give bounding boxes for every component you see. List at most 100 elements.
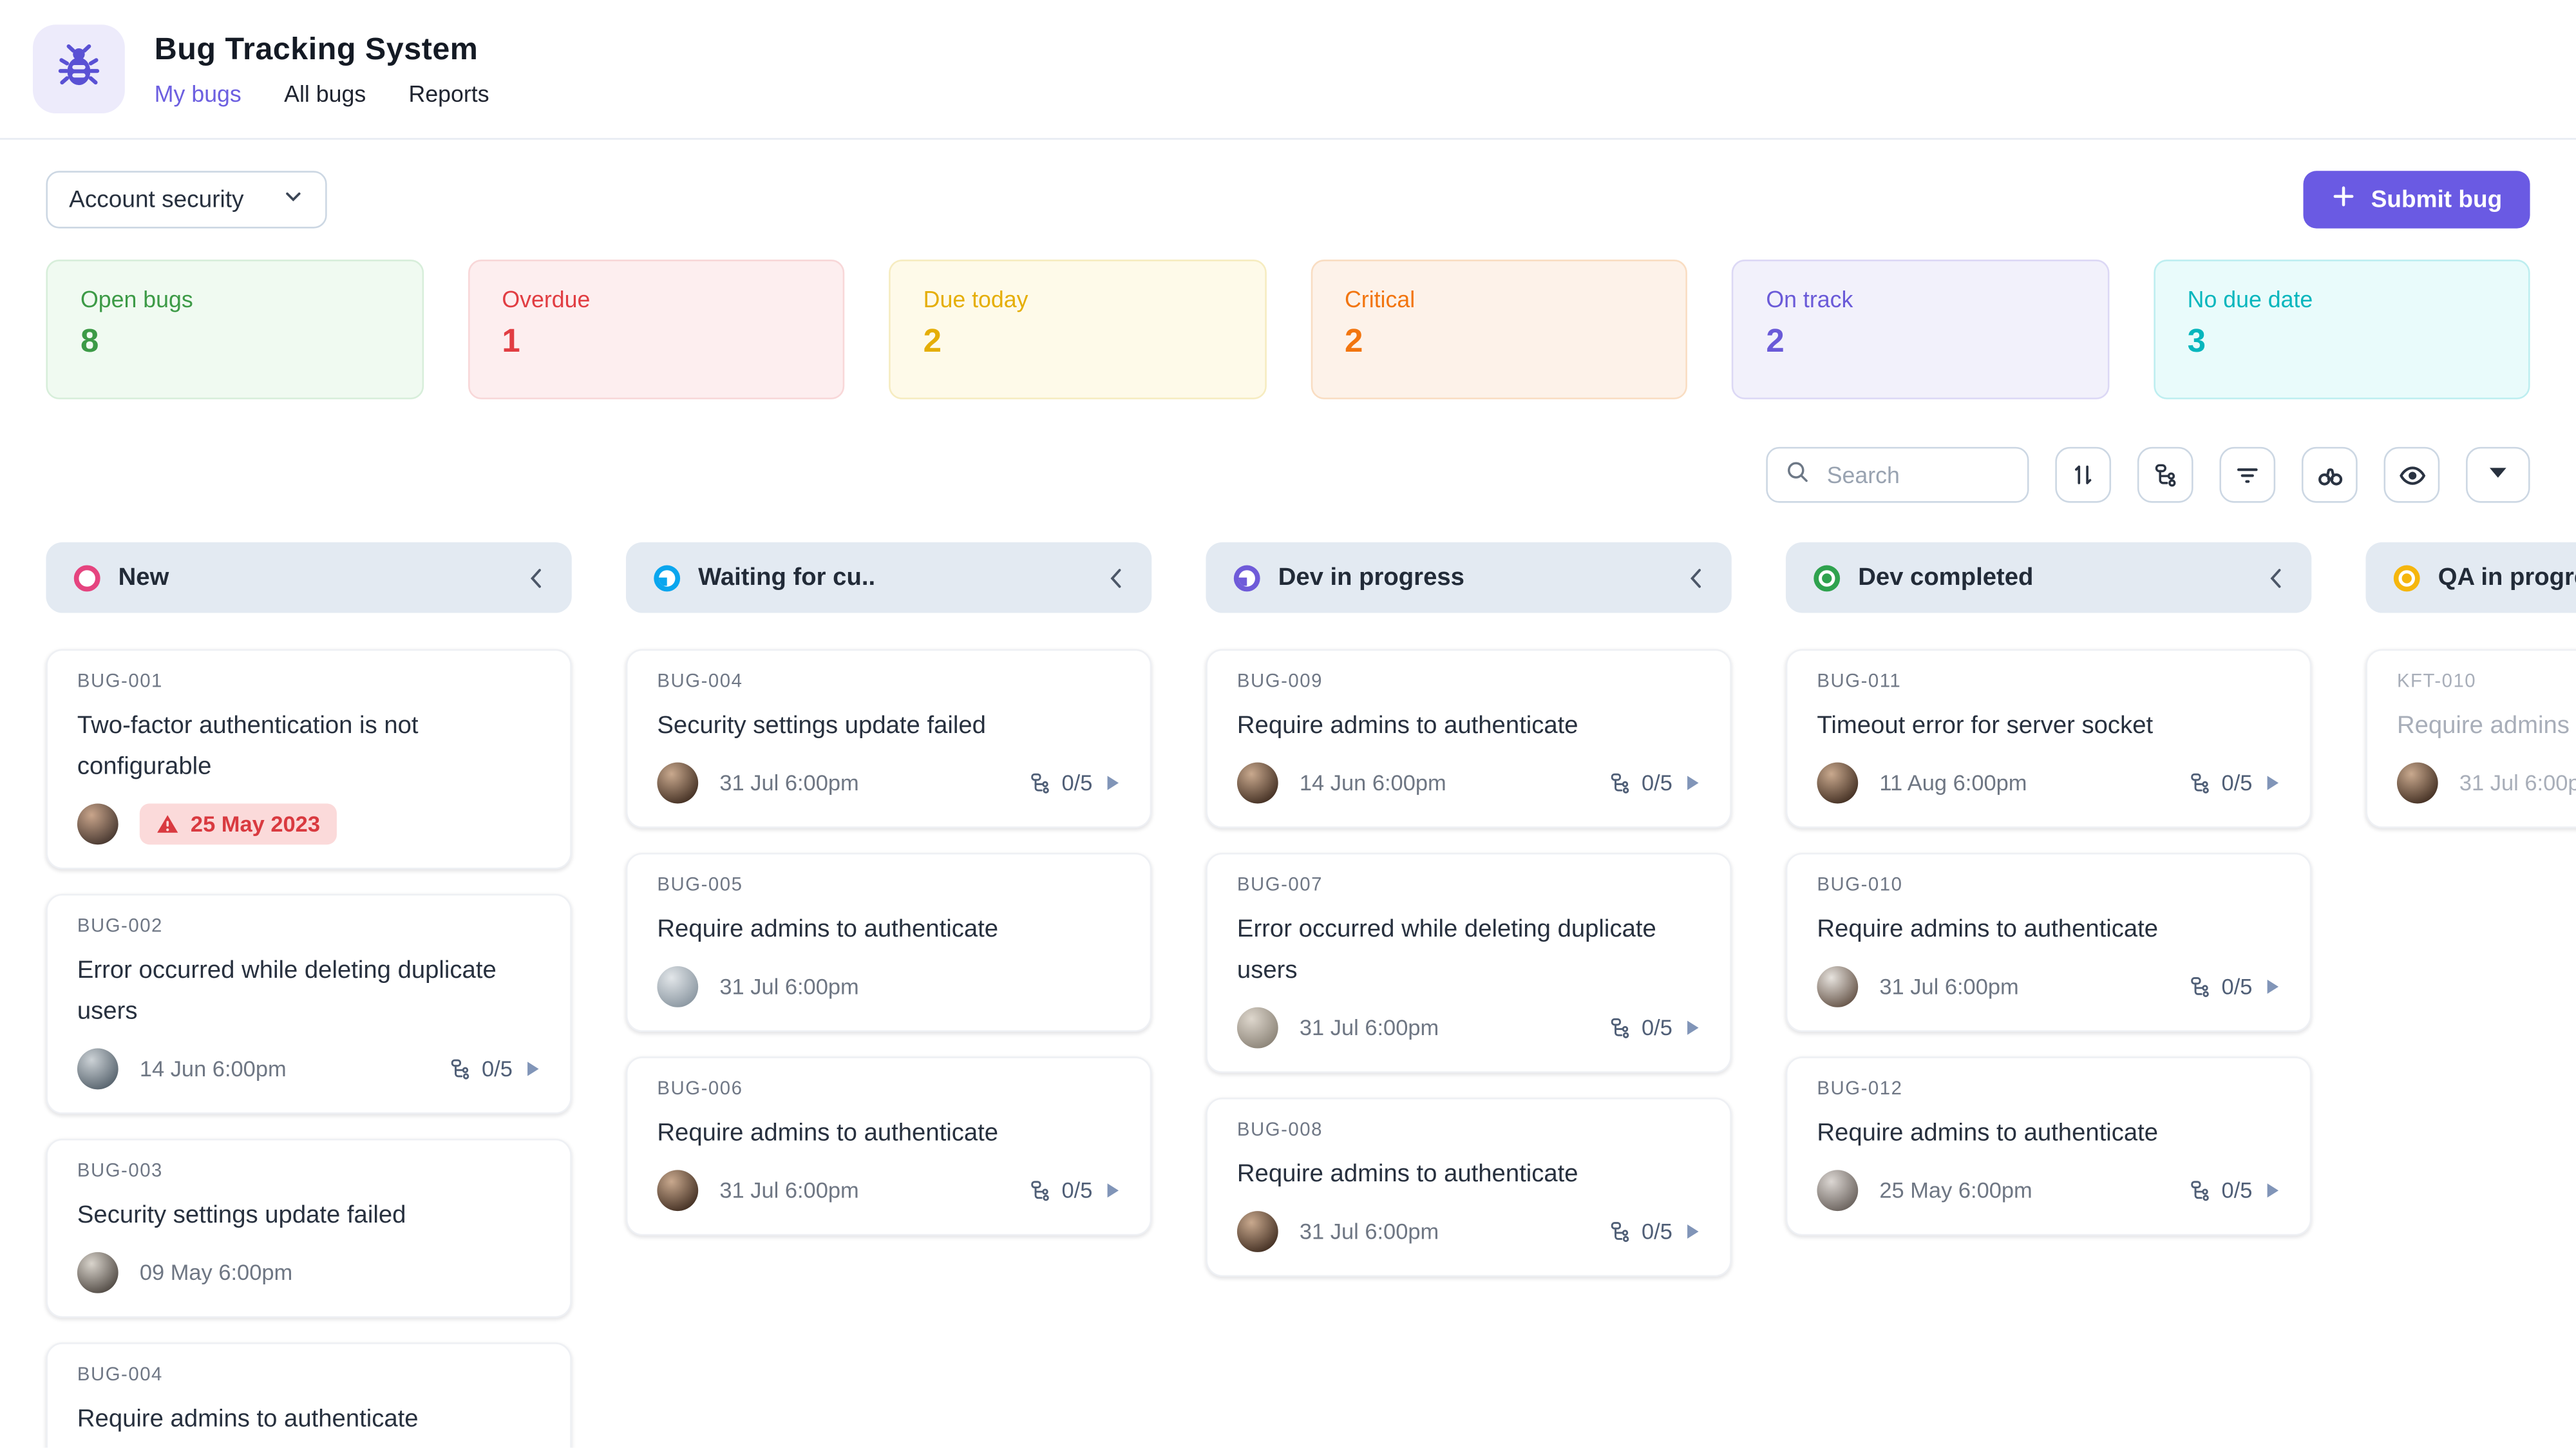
bug-id: BUG-004 (77, 1365, 163, 1386)
collapse-column-icon[interactable] (2267, 566, 2284, 589)
expand-card-icon[interactable] (1685, 773, 1700, 791)
subtask-count: 0/5 (1642, 1015, 1672, 1040)
due-date: 31 Jul 6:00pm (1879, 973, 2019, 998)
collapse-column-icon[interactable] (1107, 566, 1124, 589)
bug-card-011[interactable]: BUG-011 Timeout error for server socket … (1785, 649, 2312, 828)
bug-id: KFT-010 (2396, 672, 2477, 692)
tab-reports[interactable]: Reports (409, 80, 489, 106)
stats-row: Open bugs 8 Overdue 1 Due today 2 Critic… (0, 260, 2576, 399)
bug-card-002[interactable]: BUG-002 Error occurred while deleting du… (46, 893, 572, 1114)
expand-card-icon[interactable] (2266, 1181, 2280, 1199)
bug-card-005[interactable]: BUG-005 Require admins to authenticate 3… (625, 852, 1152, 1033)
collapse-column-icon[interactable] (1687, 566, 1704, 589)
bug-id: BUG-012 (1817, 1080, 1903, 1100)
subtasks-group: 0/5 (1028, 770, 1120, 794)
eye-button[interactable] (2383, 446, 2440, 503)
card-footer: 11 Aug 6:00pm 0/5 (1817, 761, 2280, 803)
expand-card-icon[interactable] (1685, 1018, 1700, 1036)
subtask-count: 0/5 (482, 1056, 513, 1081)
expand-card-icon[interactable] (2266, 977, 2280, 995)
binoculars-button[interactable] (2301, 446, 2358, 503)
expand-card-icon[interactable] (1106, 1181, 1121, 1199)
assignee-avatar[interactable] (657, 1169, 699, 1210)
column-cards: BUG-004 Security settings update failed … (625, 649, 1152, 1236)
expand-card-icon[interactable] (1685, 1222, 1700, 1240)
bug-card-003[interactable]: BUG-003 Security settings update failed … (46, 1138, 572, 1318)
expand-card-icon[interactable] (1106, 773, 1121, 791)
assignee-avatar[interactable] (657, 965, 699, 1007)
subtask-count: 0/5 (1061, 770, 1093, 795)
column-header-qa: QA in progress (2365, 542, 2576, 613)
stat-due-today[interactable]: Due today 2 (889, 260, 1266, 399)
assignee-avatar[interactable] (1236, 761, 1278, 803)
assignee-avatar[interactable] (657, 761, 699, 803)
stat-no-due-date[interactable]: No due date 3 (2153, 260, 2530, 399)
bug-title: Require admins to authenticate (1236, 711, 1578, 739)
bug-title: Require admins to authenticate (2396, 711, 2576, 739)
bug-card-009[interactable]: BUG-009 Require admins to authenticate 1… (1206, 649, 1732, 828)
card-footer: 09 May 6:00pm (77, 1250, 540, 1293)
card-footer: 31 Jul 6:00pm 0/5 (657, 761, 1120, 803)
collapse-column-icon[interactable] (527, 566, 544, 589)
bug-card-010[interactable]: BUG-010 Require admins to authenticate 3… (1785, 852, 2312, 1033)
stat-critical[interactable]: Critical 2 (1310, 260, 1687, 399)
bug-card-004-waiting[interactable]: BUG-004 Security settings update failed … (625, 649, 1152, 828)
column-header-dev-completed: Dev completed (1785, 542, 2312, 613)
search-input[interactable] (1823, 460, 2011, 490)
submit-bug-button[interactable]: Submit bug (2304, 171, 2530, 229)
bug-tracking-app: Bug Tracking System My bugs All bugs Rep… (0, 0, 2576, 1448)
stat-overdue[interactable]: Overdue 1 (467, 260, 845, 399)
due-date: 31 Jul 6:00pm (719, 770, 859, 795)
bug-card-006[interactable]: BUG-006 Require admins to authenticate 3… (625, 1056, 1152, 1236)
assignee-avatar[interactable] (1817, 1169, 1859, 1210)
tab-my-bugs[interactable]: My bugs (155, 80, 242, 106)
assignee-avatar[interactable] (1817, 965, 1859, 1007)
assignee-avatar[interactable] (77, 803, 118, 844)
bug-id: BUG-007 (1236, 875, 1323, 896)
assignee-avatar[interactable] (1236, 1210, 1278, 1252)
tab-all-bugs[interactable]: All bugs (284, 80, 366, 106)
stat-on-track[interactable]: On track 2 (1731, 260, 2109, 399)
due-date: 14 Jun 6:00pm (139, 1056, 287, 1081)
column-title: Dev in progress (1278, 563, 1464, 592)
bug-card-004-new[interactable]: BUG-004 Require admins to authenticate (46, 1342, 572, 1448)
bug-title: Require admins to authenticate (1817, 1119, 2159, 1147)
bug-card-008[interactable]: BUG-008 Require admins to authenticate 3… (1206, 1098, 1732, 1277)
card-footer: 25 May 6:00pm 0/5 (1817, 1168, 2280, 1211)
subtasks-icon (1028, 1177, 1053, 1202)
due-date: 14 Jun 6:00pm (1299, 770, 1446, 795)
stat-value: 1 (502, 323, 520, 360)
column-waiting-for-customer: Waiting for cu.. BUG-004 Security settin… (625, 542, 1152, 1236)
subtasks-icon (1609, 1219, 1633, 1243)
bug-card-007[interactable]: BUG-007 Error occurred while deleting du… (1206, 852, 1732, 1073)
due-date: 09 May 6:00pm (139, 1259, 293, 1284)
expand-card-icon[interactable] (526, 1059, 540, 1077)
bug-id: BUG-002 (77, 917, 163, 937)
subtasks-group: 0/5 (449, 1056, 540, 1080)
assignee-avatar[interactable] (1817, 761, 1859, 803)
stat-label: Due today (923, 285, 1028, 312)
bug-card-kft-010[interactable]: KFT-010 Require admins to authenticate 3… (2365, 649, 2576, 828)
bug-id: BUG-006 (657, 1080, 743, 1100)
filter-button[interactable] (2219, 446, 2276, 503)
assignee-avatar[interactable] (2396, 761, 2438, 803)
stat-label: Overdue (502, 285, 591, 312)
stat-open-bugs[interactable]: Open bugs 8 (46, 260, 423, 399)
assignee-avatar[interactable] (1236, 1006, 1278, 1048)
board-menu-button[interactable] (2466, 446, 2530, 503)
status-dev-completed-icon (1814, 564, 1841, 591)
search-box[interactable] (1766, 446, 2029, 503)
due-date: 31 Jul 6:00pm (1299, 1218, 1439, 1243)
status-dev-in-progress-icon (1233, 564, 1260, 591)
sort-button[interactable] (2055, 446, 2112, 503)
subtasks-group: 0/5 (2189, 1177, 2280, 1202)
project-selector[interactable]: Account security (46, 171, 328, 229)
assignee-avatar[interactable] (77, 1047, 118, 1089)
assignee-avatar[interactable] (77, 1251, 118, 1293)
hierarchy-button[interactable] (2137, 446, 2193, 503)
stat-value: 2 (1345, 323, 1363, 360)
bug-card-001[interactable]: BUG-001 Two-factor authentication is not… (46, 649, 572, 870)
bug-card-012[interactable]: BUG-012 Require admins to authenticate 2… (1785, 1056, 2312, 1236)
expand-card-icon[interactable] (2266, 773, 2280, 791)
column-title: New (118, 563, 169, 592)
